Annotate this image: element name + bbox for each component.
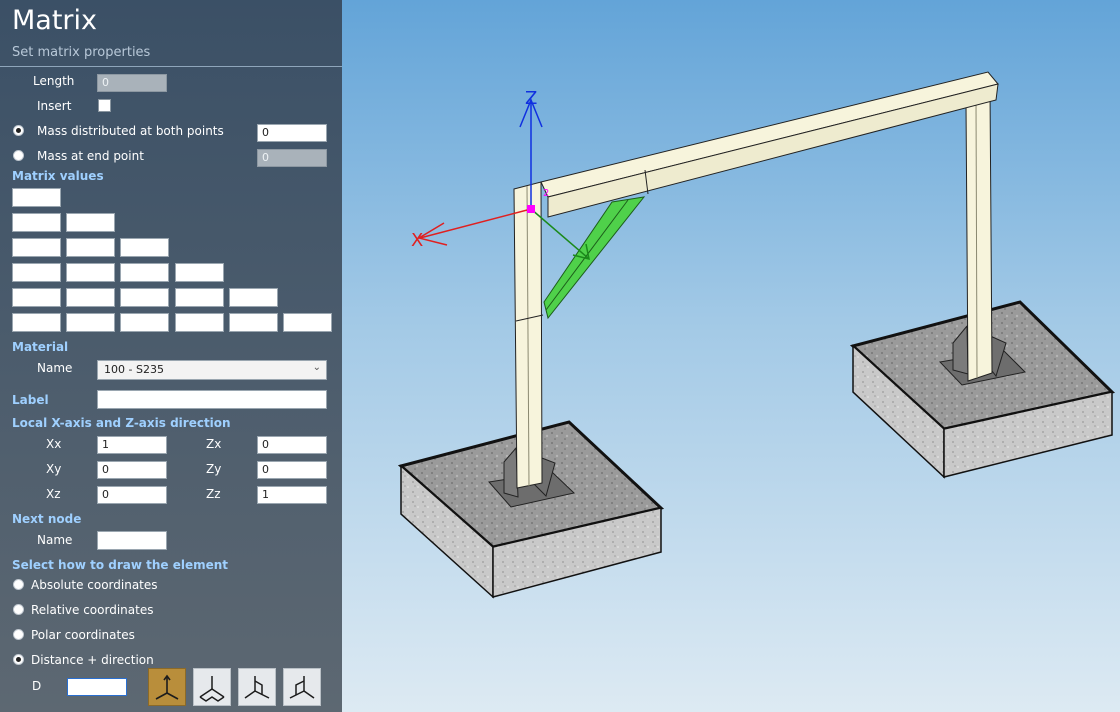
matrix-cell[interactable]: [120, 238, 169, 257]
draw-label-distance: Distance + direction: [31, 653, 154, 667]
matrix-cell[interactable]: [66, 288, 115, 307]
matrix-cell[interactable]: [66, 263, 115, 282]
material-select-value: 100 - S235: [104, 363, 164, 376]
section-next-node: Next node: [12, 512, 82, 526]
matrix-cell[interactable]: [12, 263, 61, 282]
insert-checkbox[interactable]: [98, 99, 111, 112]
axis-z-label: Z: [525, 88, 537, 109]
zz-input[interactable]: 1: [257, 486, 327, 504]
matrix-cell[interactable]: [120, 313, 169, 332]
matrix-cell[interactable]: [66, 213, 115, 232]
direction-xz-button[interactable]: [283, 668, 321, 706]
zy-input[interactable]: 0: [257, 461, 327, 479]
brace-diagonal[interactable]: [543, 196, 646, 320]
distance-input[interactable]: [67, 678, 127, 696]
panel-header: Matrix Set matrix properties: [0, 0, 342, 67]
next-node-name-label: Name: [37, 533, 73, 547]
material-select[interactable]: 100 - S235 ⌄: [97, 360, 327, 380]
model-scene: Z X 2: [397, 71, 1116, 599]
mass-both-radio[interactable]: [13, 125, 24, 136]
matrix-cell[interactable]: [12, 213, 61, 232]
mass-end-input[interactable]: 0: [257, 149, 327, 167]
column-left[interactable]: [513, 181, 544, 489]
mass-end-radio[interactable]: [13, 150, 24, 161]
draw-label-polar: Polar coordinates: [31, 628, 135, 642]
axis-xz-icon: [289, 676, 315, 699]
matrix-cell[interactable]: [175, 313, 224, 332]
mass-both-input[interactable]: 0: [257, 124, 327, 142]
draw-radio-distance[interactable]: [13, 654, 24, 665]
section-draw-method: Select how to draw the element: [12, 558, 229, 572]
matrix-cell[interactable]: [229, 288, 278, 307]
matrix-cell[interactable]: [12, 288, 61, 307]
insert-label: Insert: [37, 99, 72, 113]
draw-radio-polar[interactable]: [13, 629, 24, 640]
page-title: Matrix: [12, 5, 98, 36]
matrix-cell[interactable]: [66, 238, 115, 257]
node-label: 2: [543, 188, 549, 199]
axis-xy-icon: [199, 676, 225, 702]
matrix-cell[interactable]: [12, 238, 61, 257]
label-input[interactable]: [97, 390, 327, 409]
section-matrix-values: Matrix values: [12, 169, 104, 183]
zx-input[interactable]: 0: [257, 436, 327, 454]
section-material: Material: [12, 340, 69, 354]
next-node-name-input[interactable]: [97, 531, 167, 550]
length-label: Length: [33, 74, 75, 88]
zx-label: Zx: [206, 437, 222, 451]
page-subtitle: Set matrix properties: [12, 45, 151, 60]
zy-label: Zy: [206, 462, 222, 476]
matrix-cell[interactable]: [120, 263, 169, 282]
column-right[interactable]: [965, 89, 993, 382]
matrix-cell[interactable]: [12, 188, 61, 207]
zz-label: Zz: [206, 487, 221, 501]
direction-xy-button[interactable]: [193, 668, 231, 706]
material-name-label: Name: [37, 361, 73, 375]
length-input[interactable]: 0: [97, 74, 167, 92]
matrix-cell[interactable]: [229, 313, 278, 332]
3d-viewport[interactable]: Z X 2: [342, 0, 1120, 712]
axis-yz-icon: [244, 676, 270, 699]
draw-radio-absolute[interactable]: [13, 579, 24, 590]
beam-top[interactable]: [540, 71, 999, 218]
xz-input[interactable]: 0: [97, 486, 167, 504]
direction-z-button[interactable]: [148, 668, 186, 706]
chevron-down-icon: ⌄: [312, 362, 321, 373]
section-local-axes: Local X-axis and Z-axis direction: [12, 416, 231, 430]
matrix-cell[interactable]: [175, 263, 224, 282]
distance-label: D: [32, 679, 42, 693]
axis-z-icon: [155, 674, 179, 700]
xx-label: Xx: [46, 437, 62, 451]
draw-radio-relative[interactable]: [13, 604, 24, 615]
direction-yz-button[interactable]: [238, 668, 276, 706]
mass-end-label: Mass at end point: [37, 149, 144, 163]
matrix-cell[interactable]: [66, 313, 115, 332]
properties-panel: Matrix Set matrix properties Length 0 In…: [0, 0, 342, 712]
selected-node-marker[interactable]: [527, 205, 535, 213]
xx-input[interactable]: 1: [97, 436, 167, 454]
matrix-cell[interactable]: [175, 288, 224, 307]
matrix-cell[interactable]: [12, 313, 61, 332]
draw-label-relative: Relative coordinates: [31, 603, 154, 617]
axis-x-label: X: [411, 230, 423, 251]
matrix-cell[interactable]: [283, 313, 332, 332]
draw-label-absolute: Absolute coordinates: [31, 578, 158, 592]
xy-input[interactable]: 0: [97, 461, 167, 479]
matrix-cell[interactable]: [120, 288, 169, 307]
mass-both-label: Mass distributed at both points: [37, 124, 224, 138]
section-label: Label: [12, 393, 49, 407]
xy-label: Xy: [46, 462, 62, 476]
xz-label: Xz: [46, 487, 61, 501]
